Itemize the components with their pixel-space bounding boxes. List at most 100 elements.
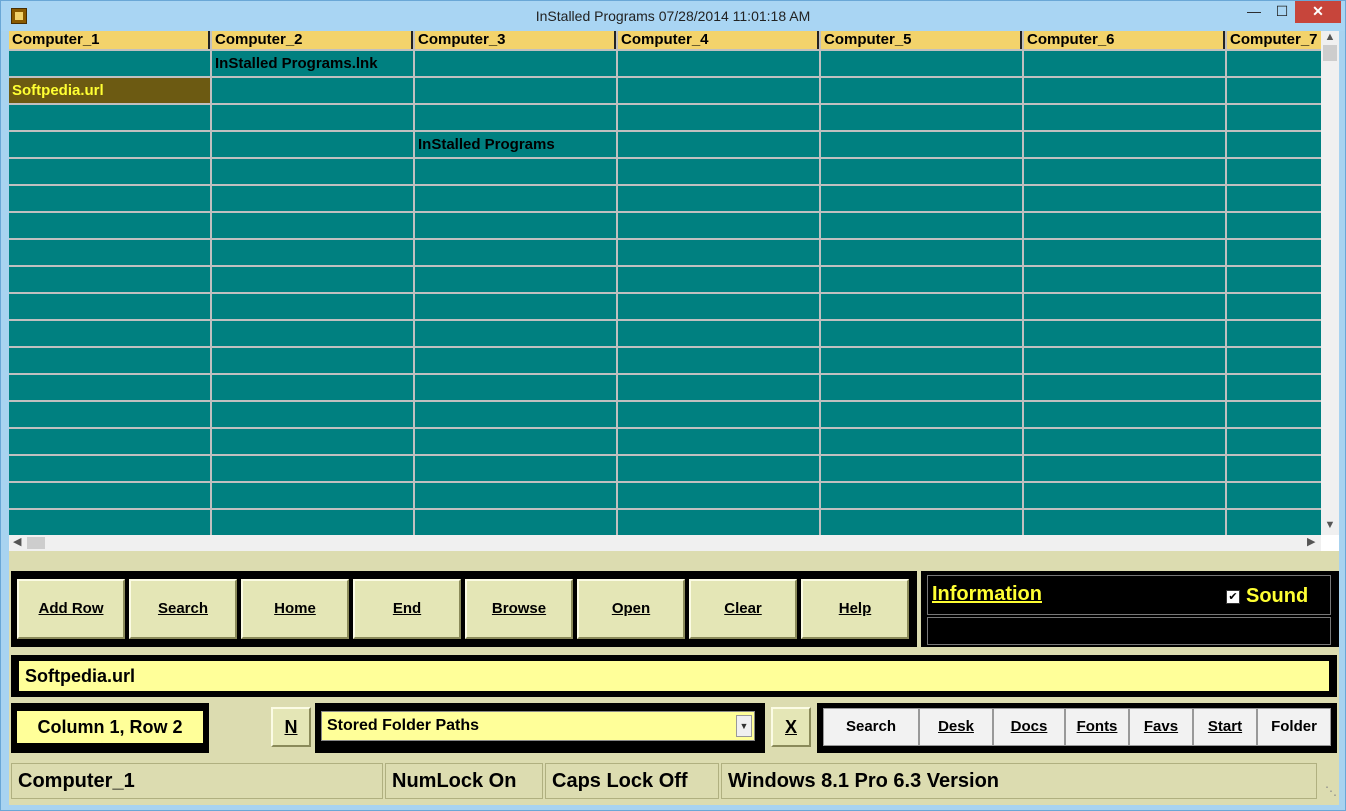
- grid-cell[interactable]: [9, 321, 210, 346]
- grid-cell[interactable]: [9, 510, 210, 535]
- grid-cell[interactable]: [1024, 213, 1225, 238]
- path-field[interactable]: Softpedia.url: [19, 661, 1329, 691]
- grid-cell[interactable]: [9, 159, 210, 184]
- grid-cell[interactable]: [618, 483, 819, 508]
- minimize-button[interactable]: —: [1239, 1, 1269, 23]
- grid-cell[interactable]: [1227, 456, 1321, 481]
- search-button[interactable]: Search: [129, 579, 237, 639]
- grid-cell[interactable]: [1227, 159, 1321, 184]
- stored-folder-paths-select[interactable]: Stored Folder Paths ▼: [321, 711, 755, 741]
- vertical-scrollbar[interactable]: ▲ ▼: [1321, 31, 1339, 535]
- grid-cell[interactable]: [821, 78, 1022, 103]
- information-title[interactable]: Information: [932, 583, 1042, 606]
- grid-cell[interactable]: [212, 159, 413, 184]
- grid-cell[interactable]: [1227, 267, 1321, 292]
- folder-button[interactable]: Folder: [1257, 708, 1331, 746]
- grid-cell[interactable]: [415, 348, 616, 373]
- grid-cell[interactable]: [1024, 78, 1225, 103]
- grid-cell[interactable]: [1227, 321, 1321, 346]
- grid-cell[interactable]: [415, 186, 616, 211]
- scroll-down-icon[interactable]: ▼: [1321, 519, 1339, 531]
- grid-cell[interactable]: [618, 402, 819, 427]
- vertical-scroll-thumb[interactable]: [1323, 45, 1337, 61]
- grid-cell[interactable]: [1024, 429, 1225, 454]
- column-header[interactable]: Computer_4: [618, 31, 819, 49]
- grid-cell[interactable]: [821, 375, 1022, 400]
- grid-cell[interactable]: [821, 267, 1022, 292]
- grid-cell[interactable]: [212, 348, 413, 373]
- grid-cell[interactable]: [821, 348, 1022, 373]
- sound-label[interactable]: Sound: [1246, 585, 1308, 608]
- grid-cell[interactable]: [821, 456, 1022, 481]
- grid-cell[interactable]: [415, 159, 616, 184]
- grid-cell[interactable]: [212, 267, 413, 292]
- home-button[interactable]: Home: [241, 579, 349, 639]
- grid-cell[interactable]: [9, 294, 210, 319]
- grid-cell[interactable]: [9, 51, 210, 76]
- grid-cell[interactable]: [1227, 510, 1321, 535]
- grid-cell[interactable]: [9, 240, 210, 265]
- grid-cell[interactable]: [1024, 510, 1225, 535]
- grid-cell[interactable]: [1227, 51, 1321, 76]
- grid-cell[interactable]: [9, 429, 210, 454]
- grid-cell[interactable]: [821, 213, 1022, 238]
- grid-cell[interactable]: [9, 267, 210, 292]
- scroll-up-icon[interactable]: ▲: [1321, 31, 1339, 43]
- help-button[interactable]: Help: [801, 579, 909, 639]
- grid-cell[interactable]: [212, 375, 413, 400]
- grid-cell[interactable]: InStalled Programs.lnk: [212, 51, 413, 76]
- grid-cell[interactable]: [821, 51, 1022, 76]
- grid-cell[interactable]: [415, 105, 616, 130]
- grid-cell[interactable]: [821, 132, 1022, 157]
- desk-button[interactable]: Desk: [919, 708, 993, 746]
- grid-cell[interactable]: [618, 429, 819, 454]
- column-header[interactable]: Computer_7: [1227, 31, 1321, 49]
- grid-cell[interactable]: [618, 105, 819, 130]
- grid-cell[interactable]: [618, 186, 819, 211]
- quick-search-button[interactable]: Search: [823, 708, 919, 746]
- grid-cell[interactable]: [212, 78, 413, 103]
- column-header[interactable]: Computer_3: [415, 31, 616, 49]
- grid-cell[interactable]: [618, 375, 819, 400]
- grid-cell[interactable]: [415, 321, 616, 346]
- grid-cell[interactable]: [212, 321, 413, 346]
- grid-cell[interactable]: [1227, 429, 1321, 454]
- grid-cell[interactable]: [9, 483, 210, 508]
- grid-cell[interactable]: [415, 429, 616, 454]
- docs-button[interactable]: Docs: [993, 708, 1065, 746]
- grid-cell[interactable]: [1227, 186, 1321, 211]
- grid-cell[interactable]: [821, 240, 1022, 265]
- grid-cell[interactable]: [1024, 240, 1225, 265]
- grid-cell[interactable]: [212, 213, 413, 238]
- grid-cell[interactable]: [1227, 105, 1321, 130]
- grid-cell[interactable]: [415, 240, 616, 265]
- grid-cell[interactable]: [415, 483, 616, 508]
- grid-cell[interactable]: [9, 348, 210, 373]
- grid-cell[interactable]: [618, 51, 819, 76]
- grid-cell[interactable]: [212, 483, 413, 508]
- grid-cell[interactable]: [618, 132, 819, 157]
- grid-cell[interactable]: [821, 294, 1022, 319]
- grid-cell[interactable]: [212, 429, 413, 454]
- grid-cell[interactable]: [9, 105, 210, 130]
- grid-cell[interactable]: [1024, 402, 1225, 427]
- fonts-button[interactable]: Fonts: [1065, 708, 1129, 746]
- column-header[interactable]: Computer_6: [1024, 31, 1225, 49]
- scroll-right-icon[interactable]: ▶: [1307, 535, 1315, 548]
- chevron-down-icon[interactable]: ▼: [736, 715, 752, 737]
- column-header[interactable]: Computer_1: [9, 31, 210, 49]
- title-bar[interactable]: InStalled Programs 07/28/2014 11:01:18 A…: [1, 1, 1345, 31]
- close-button[interactable]: ✕: [1295, 1, 1341, 23]
- grid-cell[interactable]: [1227, 348, 1321, 373]
- grid-cell[interactable]: [618, 510, 819, 535]
- grid-cell[interactable]: [821, 402, 1022, 427]
- grid-cell[interactable]: [9, 402, 210, 427]
- grid-cell[interactable]: [821, 159, 1022, 184]
- grid-cell[interactable]: [1024, 186, 1225, 211]
- grid-cell[interactable]: [821, 510, 1022, 535]
- grid-cell[interactable]: [1227, 402, 1321, 427]
- grid-cell[interactable]: [415, 402, 616, 427]
- grid-cell[interactable]: [415, 294, 616, 319]
- grid-cell[interactable]: [821, 483, 1022, 508]
- grid-cell[interactable]: [212, 510, 413, 535]
